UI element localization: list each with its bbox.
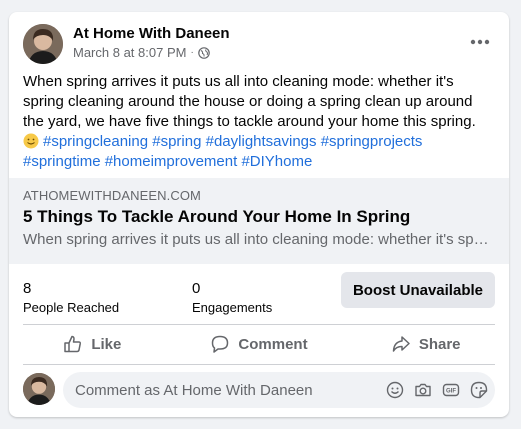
link-description: When spring arrives it puts us all into … <box>23 231 493 248</box>
people-reached-label: People Reached <box>23 300 120 315</box>
engagements-label: Engagements <box>192 300 273 315</box>
comment-box: GIF <box>63 372 495 408</box>
hashtag-link[interactable]: #springcleaning <box>43 133 148 150</box>
hashtag-link[interactable]: #homeimprovement <box>105 153 238 170</box>
link-preview[interactable]: ATHOMEWITHDANEEN.COM 5 Things To Tackle … <box>9 178 509 264</box>
post-text: When spring arrives it puts us all into … <box>23 73 476 130</box>
smiley-face-emoji <box>23 133 39 149</box>
share-button[interactable]: Share <box>342 326 509 362</box>
comment-input[interactable] <box>75 372 375 408</box>
emoji-icon[interactable] <box>385 380 405 400</box>
thumbs-up-icon <box>64 335 82 353</box>
action-bar: Like Comment Share <box>9 326 509 362</box>
link-title[interactable]: 5 Things To Tackle Around Your Home In S… <box>23 207 410 227</box>
comment-tools: GIF <box>385 380 489 400</box>
more-options-button[interactable] <box>465 30 495 54</box>
hashtag-list: #springcleaning #spring #daylightsavings… <box>23 133 422 170</box>
meta-separator: · <box>190 47 194 58</box>
hashtag-link[interactable]: #DIYhome <box>241 153 312 170</box>
share-arrow-icon <box>392 336 410 352</box>
comment-label: Comment <box>238 335 308 353</box>
globe-icon[interactable] <box>197 46 210 59</box>
post-meta: March 8 at 8:07 PM · <box>73 45 210 60</box>
share-label: Share <box>418 335 461 353</box>
divider <box>23 324 495 325</box>
comment-composer: GIF <box>9 372 509 410</box>
like-label: Like <box>91 335 122 353</box>
post-body: When spring arrives it puts us all into … <box>23 72 497 172</box>
engagements-value: 0 <box>192 280 201 297</box>
camera-icon[interactable] <box>413 380 433 400</box>
hashtag-link[interactable]: #springprojects <box>321 133 423 150</box>
post-insights: 8 People Reached 0 Engagements Boost Una… <box>9 264 509 324</box>
speech-bubble-icon <box>212 335 229 353</box>
hashtag-link[interactable]: #daylightsavings <box>206 133 317 150</box>
people-reached-value: 8 <box>23 280 32 297</box>
post-header: At Home With Daneen March 8 at 8:07 PM · <box>9 12 509 70</box>
author-name[interactable]: At Home With Daneen <box>73 25 230 42</box>
commenter-avatar[interactable] <box>23 373 55 405</box>
hashtag-link[interactable]: #springtime <box>23 153 101 170</box>
post-timestamp[interactable]: March 8 at 8:07 PM <box>73 45 186 60</box>
gif-icon[interactable]: GIF <box>441 380 461 400</box>
divider <box>23 364 495 365</box>
people-reached-stat: 8 People Reached <box>23 280 119 315</box>
post-card: At Home With Daneen March 8 at 8:07 PM ·… <box>9 12 509 417</box>
author-avatar[interactable] <box>23 24 63 64</box>
svg-text:GIF: GIF <box>446 389 456 395</box>
link-domain: ATHOMEWITHDANEEN.COM <box>23 188 201 203</box>
boost-button[interactable]: Boost Unavailable <box>340 272 495 308</box>
like-button[interactable]: Like <box>9 326 176 362</box>
engagements-stat: 0 Engagements <box>192 280 272 315</box>
sticker-icon[interactable] <box>469 380 489 400</box>
hashtag-link[interactable]: #spring <box>152 133 201 150</box>
comment-button[interactable]: Comment <box>176 326 343 362</box>
